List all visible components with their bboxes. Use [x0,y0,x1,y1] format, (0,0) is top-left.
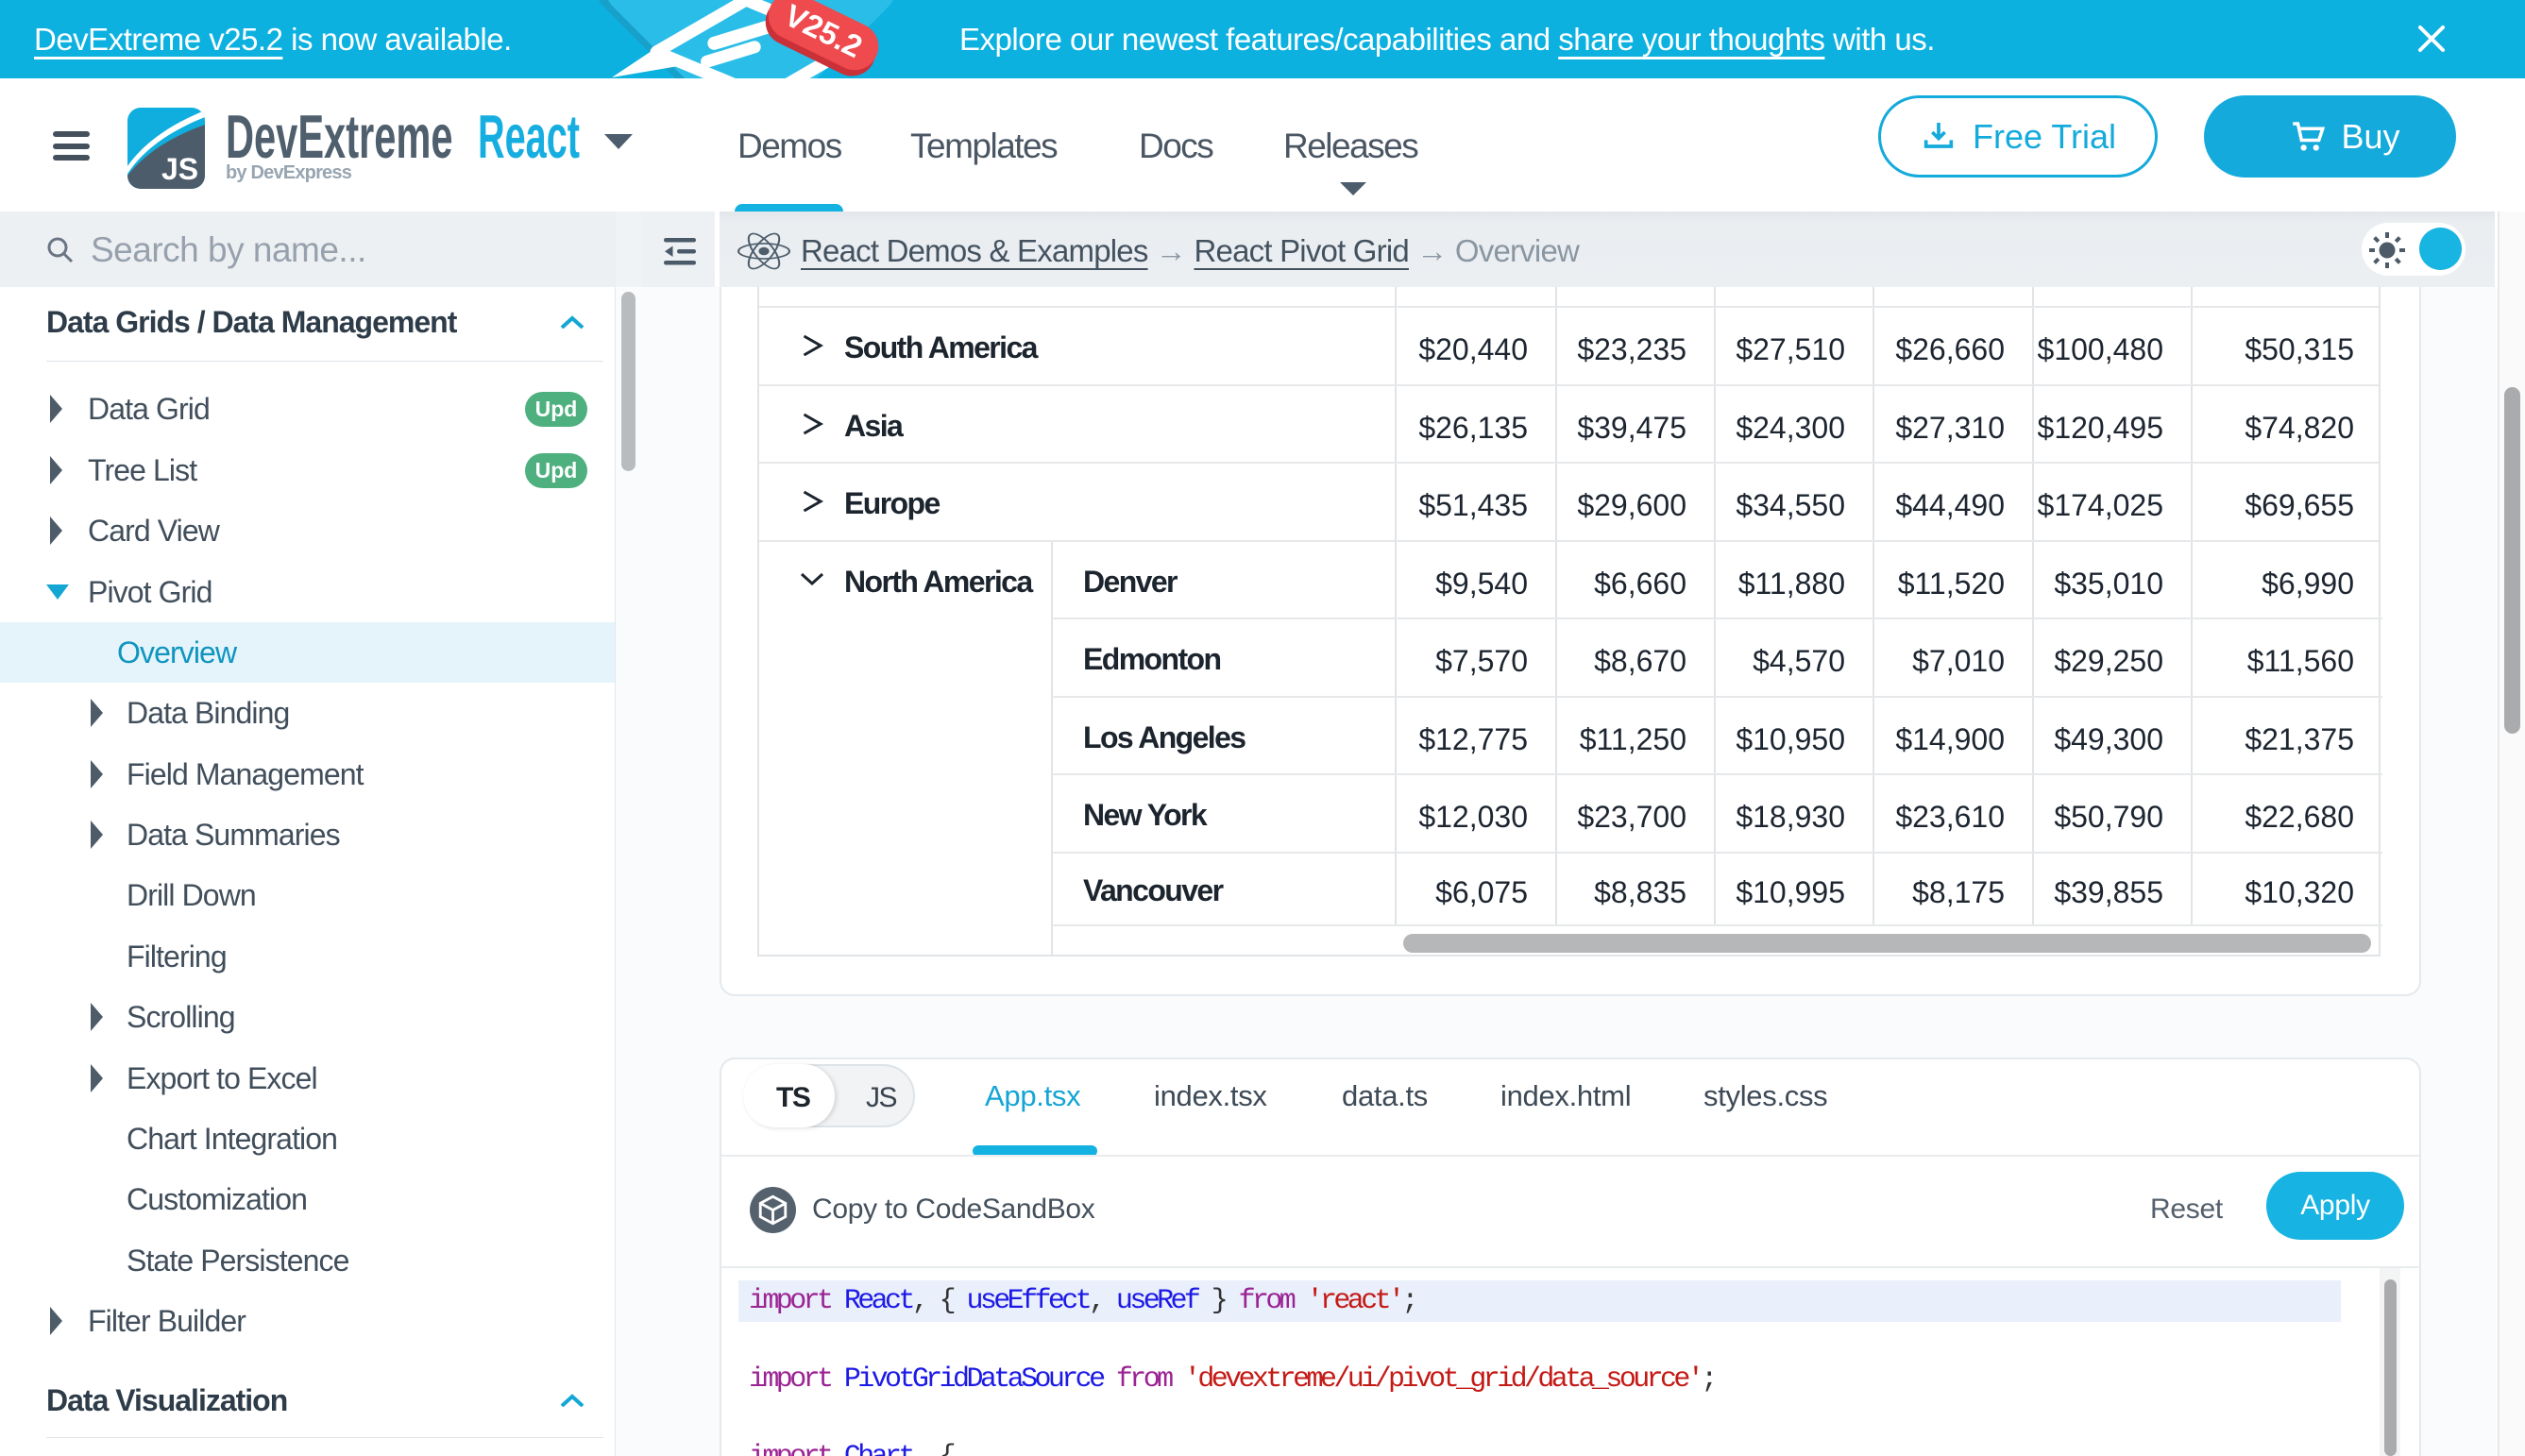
svg-text:JS: JS [161,152,198,186]
